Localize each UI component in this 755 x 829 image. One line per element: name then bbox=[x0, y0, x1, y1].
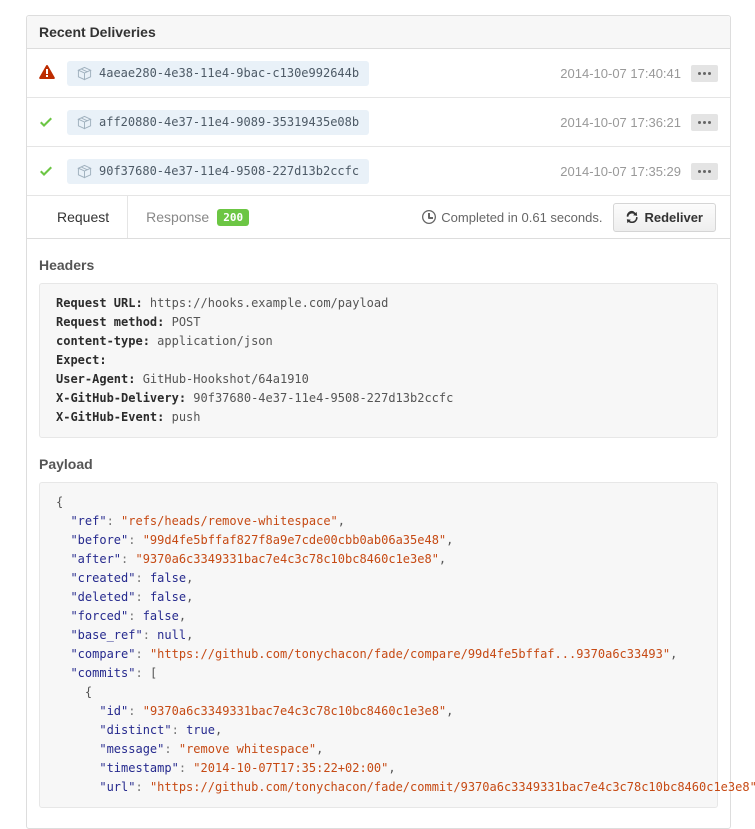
payload-line: "id": "9370a6c3349331bac7e4c3c78c10bc846… bbox=[56, 702, 701, 721]
delivery-options-button[interactable] bbox=[691, 163, 718, 180]
payload-line: { bbox=[56, 683, 701, 702]
payload-line: "before": "99d4fe5bffaf827f8a9e7cde00cbb… bbox=[56, 531, 701, 550]
delivery-guid: 90f37680-4e37-11e4-9508-227d13b2ccfc bbox=[99, 164, 359, 178]
tabbar-right: Completed in 0.61 seconds. Redeliver bbox=[422, 196, 718, 238]
header-line: X-GitHub-Event: push bbox=[56, 408, 701, 427]
request-detail-content: Headers Request URL: https://hooks.examp… bbox=[27, 257, 730, 828]
payload-line: "url": "https://github.com/tonychacon/fa… bbox=[56, 778, 701, 797]
delivery-timestamp: 2014-10-07 17:40:41 bbox=[560, 66, 681, 81]
response-status-badge: 200 bbox=[217, 209, 249, 226]
panel-title: Recent Deliveries bbox=[27, 16, 730, 49]
tab-response[interactable]: Response 200 bbox=[128, 196, 267, 238]
request-headers-box: Request URL: https://hooks.example.com/p… bbox=[39, 283, 718, 438]
delivery-options-button[interactable] bbox=[691, 114, 718, 131]
alert-triangle-icon bbox=[39, 65, 55, 81]
check-icon bbox=[39, 114, 53, 130]
request-payload-box: { "ref": "refs/heads/remove-whitespace",… bbox=[39, 482, 718, 808]
payload-line: "ref": "refs/heads/remove-whitespace", bbox=[56, 512, 701, 531]
delivery-detail-tabbar: Request Response 200 Completed in 0.61 s… bbox=[27, 196, 730, 239]
header-line: Request URL: https://hooks.example.com/p… bbox=[56, 294, 701, 313]
payload-line: "deleted": false, bbox=[56, 588, 701, 607]
delivery-row[interactable]: 4aeae280-4e38-11e4-9bac-c130e992644b 201… bbox=[27, 49, 730, 98]
delivery-timestamp: 2014-10-07 17:36:21 bbox=[560, 115, 681, 130]
tab-request[interactable]: Request bbox=[39, 196, 128, 238]
redeliver-button[interactable]: Redeliver bbox=[613, 203, 716, 232]
payload-line: "timestamp": "2014-10-07T17:35:22+02:00"… bbox=[56, 759, 701, 778]
ellipsis-icon bbox=[698, 72, 701, 75]
payload-line: "forced": false, bbox=[56, 607, 701, 626]
redeliver-label: Redeliver bbox=[644, 210, 703, 225]
delivery-guid-badge: 4aeae280-4e38-11e4-9bac-c130e992644b bbox=[67, 61, 369, 86]
completed-text: Completed in 0.61 seconds. bbox=[441, 210, 602, 225]
payload-line: "after": "9370a6c3349331bac7e4c3c78c10bc… bbox=[56, 550, 701, 569]
sync-icon bbox=[626, 210, 638, 225]
delivery-guid-badge: aff20880-4e37-11e4-9089-35319435e08b bbox=[67, 110, 369, 135]
completed-status: Completed in 0.61 seconds. bbox=[422, 209, 602, 225]
recent-deliveries-panel: Recent Deliveries 4aeae280-4e38-11e4-9ba… bbox=[26, 15, 731, 829]
ellipsis-icon bbox=[698, 170, 701, 173]
payload-section-title: Payload bbox=[39, 456, 718, 472]
delivery-list: 4aeae280-4e38-11e4-9bac-c130e992644b 201… bbox=[27, 49, 730, 196]
check-icon bbox=[39, 163, 53, 179]
payload-line: { bbox=[56, 493, 701, 512]
package-icon bbox=[77, 115, 92, 130]
delivery-row[interactable]: aff20880-4e37-11e4-9089-35319435e08b 201… bbox=[27, 98, 730, 147]
tab-response-label: Response bbox=[146, 209, 209, 225]
header-line: User-Agent: GitHub-Hookshot/64a1910 bbox=[56, 370, 701, 389]
payload-line: "base_ref": null, bbox=[56, 626, 701, 645]
delivery-row[interactable]: 90f37680-4e37-11e4-9508-227d13b2ccfc 201… bbox=[27, 147, 730, 196]
clock-icon bbox=[422, 209, 436, 225]
delivery-guid-badge: 90f37680-4e37-11e4-9508-227d13b2ccfc bbox=[67, 159, 369, 184]
payload-line: "created": false, bbox=[56, 569, 701, 588]
headers-section-title: Headers bbox=[39, 257, 718, 273]
payload-line: "commits": [ bbox=[56, 664, 701, 683]
header-line: content-type: application/json bbox=[56, 332, 701, 351]
package-icon bbox=[77, 164, 92, 179]
header-line: X-GitHub-Delivery: 90f37680-4e37-11e4-95… bbox=[56, 389, 701, 408]
delivery-options-button[interactable] bbox=[691, 65, 718, 82]
delivery-timestamp: 2014-10-07 17:35:29 bbox=[560, 164, 681, 179]
payload-line: "message": "remove whitespace", bbox=[56, 740, 701, 759]
ellipsis-icon bbox=[698, 121, 701, 124]
delivery-guid: aff20880-4e37-11e4-9089-35319435e08b bbox=[99, 115, 359, 129]
header-line: Expect: bbox=[56, 351, 701, 370]
payload-line: "distinct": true, bbox=[56, 721, 701, 740]
delivery-guid: 4aeae280-4e38-11e4-9bac-c130e992644b bbox=[99, 66, 359, 80]
tab-request-label: Request bbox=[57, 209, 109, 225]
package-icon bbox=[77, 66, 92, 81]
payload-line: "compare": "https://github.com/tonychaco… bbox=[56, 645, 701, 664]
header-line: Request method: POST bbox=[56, 313, 701, 332]
